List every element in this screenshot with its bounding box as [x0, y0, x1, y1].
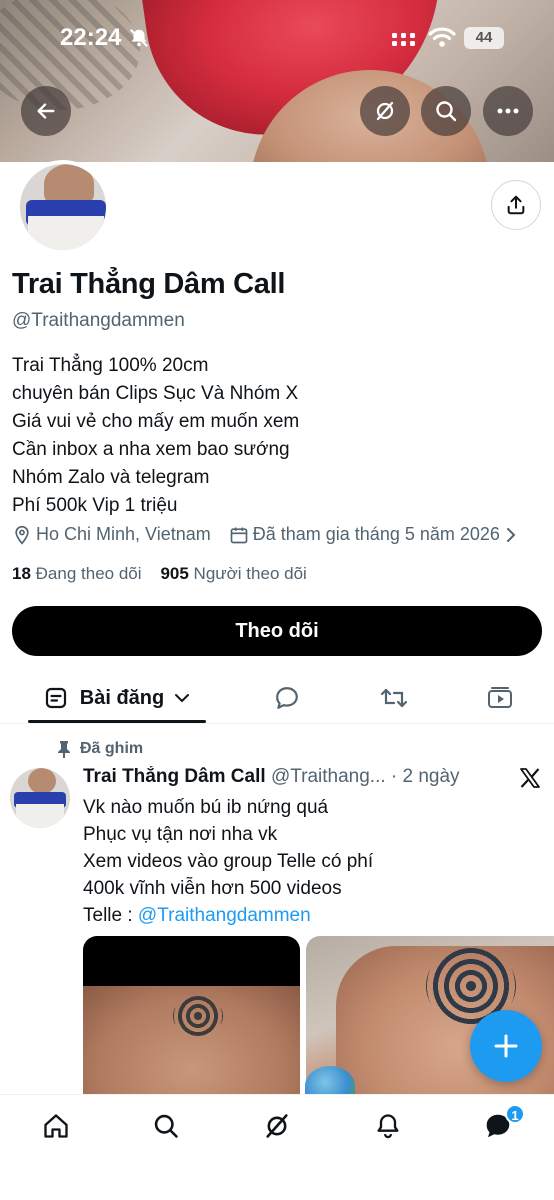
- location-text: Ho Chi Minh, Vietnam: [36, 524, 211, 544]
- location-item: Ho Chi Minh, Vietnam: [12, 524, 211, 545]
- telle-prefix: Telle :: [83, 905, 138, 926]
- arrow-left-icon: [37, 103, 55, 119]
- search-icon: [154, 1114, 178, 1138]
- media1-tattoo: [173, 996, 223, 1036]
- post-body: Vk nào muốn bú ib nứng quá Phục vụ tận n…: [83, 794, 373, 929]
- following-label: Đang theo dõi: [35, 564, 142, 583]
- home-icon: [44, 1114, 68, 1138]
- location-pin-icon: [15, 525, 29, 545]
- post-avatar-torso: [28, 768, 56, 794]
- grok-button[interactable]: [360, 86, 410, 136]
- posts-tab-icon: [45, 687, 66, 709]
- follow-counts: 18 Đang theo dõi 905 Người theo dõi: [12, 564, 307, 584]
- messages-badge: 1: [505, 1104, 525, 1124]
- nav-home[interactable]: [41, 1111, 71, 1141]
- bottom-navigation: [0, 1094, 554, 1200]
- status-time: 22:24: [60, 24, 122, 51]
- post-time: · 2 ngày: [390, 766, 460, 787]
- post-line: 400k vĩnh viễn hơn 500 videos: [83, 878, 342, 899]
- search-profile-button[interactable]: [421, 86, 471, 136]
- grok-icon: [376, 101, 394, 121]
- x-logo-icon[interactable]: [518, 766, 542, 790]
- bio-line: Cần inbox a nha xem bao sướng: [12, 439, 290, 460]
- profile-bio: Trai Thẳng 100% 20cm chuyên bán Clips Sụ…: [12, 352, 299, 520]
- nav-search[interactable]: [151, 1111, 181, 1141]
- post-line: Phục vụ tận nơi nha vk: [83, 824, 278, 845]
- tab-reposts[interactable]: [369, 672, 419, 724]
- joined-item[interactable]: Đã tham gia tháng 5 năm 2026: [229, 524, 518, 545]
- tab-active-indicator: [28, 720, 206, 723]
- share-profile-button[interactable]: [491, 180, 541, 230]
- tab-posts[interactable]: Bài đăng: [28, 672, 206, 724]
- joined-text: Đã tham gia tháng 5 năm 2026: [252, 524, 500, 544]
- grok-icon: [266, 1114, 288, 1138]
- post-header: Trai Thẳng Dâm Call @Traithang... · 2 ng…: [83, 766, 483, 788]
- bio-line: Giá vui vẻ cho mấy em muốn xem: [12, 411, 300, 432]
- calendar-icon: [230, 527, 248, 543]
- post-avatar-shorts: [16, 804, 64, 828]
- reply-bubble-icon: [276, 687, 298, 709]
- tab-replies[interactable]: [262, 672, 312, 724]
- post-media-image-1[interactable]: [83, 936, 300, 1096]
- search-icon: [436, 101, 457, 122]
- following-link[interactable]: 18 Đang theo dõi: [12, 564, 142, 583]
- following-count: 18: [12, 564, 31, 583]
- post-author-name[interactable]: Trai Thẳng Dâm Call: [83, 766, 266, 787]
- bell-muted-icon: [130, 29, 148, 47]
- battery-indicator: 44: [464, 27, 504, 49]
- media-video-icon: [488, 687, 512, 708]
- chevron-down-icon: [175, 694, 190, 703]
- bio-line: chuyên bán Clips Sục Và Nhóm X: [12, 383, 299, 404]
- profile-avatar[interactable]: [16, 160, 110, 254]
- chevron-right-icon: [506, 527, 516, 542]
- bell-icon: [377, 1114, 399, 1139]
- compose-post-button[interactable]: [470, 1010, 542, 1082]
- bio-line: Nhóm Zalo và telegram: [12, 467, 210, 488]
- followers-label: Người theo dõi: [193, 564, 307, 583]
- followers-count: 905: [160, 564, 189, 583]
- profile-tabs: Bài đăng: [0, 672, 554, 724]
- post-line: Vk nào muốn bú ib nứng quá: [83, 797, 329, 818]
- avatar-torso: [44, 164, 94, 204]
- post-line: Xem videos vào group Telle có phí: [83, 851, 374, 872]
- repost-icon: [380, 688, 408, 708]
- pin-icon: [58, 741, 70, 758]
- post-author-handle[interactable]: @Traithang...: [271, 766, 386, 787]
- telle-mention-link[interactable]: @Traithangdammen: [138, 905, 311, 926]
- profile-name: Trai Thẳng Dâm Call: [12, 268, 286, 300]
- back-button[interactable]: [21, 86, 71, 136]
- post-line-telle: Telle : @Traithangdammen: [83, 902, 373, 929]
- profile-meta: Ho Chi Minh, Vietnam Đã tham gia tháng 5…: [12, 524, 536, 545]
- signal-icon: [392, 33, 415, 46]
- plus-icon: [494, 1034, 518, 1058]
- profile-handle: @Traithangdammen: [12, 310, 185, 331]
- wifi-icon: [428, 27, 456, 47]
- tab-posts-label: Bài đăng: [79, 686, 165, 709]
- follow-button[interactable]: Theo dõi: [12, 606, 542, 656]
- bio-line: Trai Thẳng 100% 20cm: [12, 355, 209, 376]
- more-icon: [497, 108, 519, 114]
- followers-link[interactable]: 905 Người theo dõi: [160, 564, 306, 583]
- pinned-indicator: Đã ghim: [56, 740, 143, 758]
- pinned-label: Đã ghim: [80, 740, 144, 757]
- post-author-avatar[interactable]: [10, 768, 70, 828]
- bio-line: Phí 500k Vip 1 triệu: [12, 495, 178, 516]
- nav-grok[interactable]: [262, 1111, 292, 1141]
- tab-media[interactable]: [475, 672, 525, 724]
- nav-notifications[interactable]: [373, 1111, 403, 1141]
- share-icon: [507, 195, 525, 215]
- status-bar: 22:24 44: [0, 0, 554, 70]
- more-options-button[interactable]: [483, 86, 533, 136]
- avatar-shorts: [28, 216, 104, 250]
